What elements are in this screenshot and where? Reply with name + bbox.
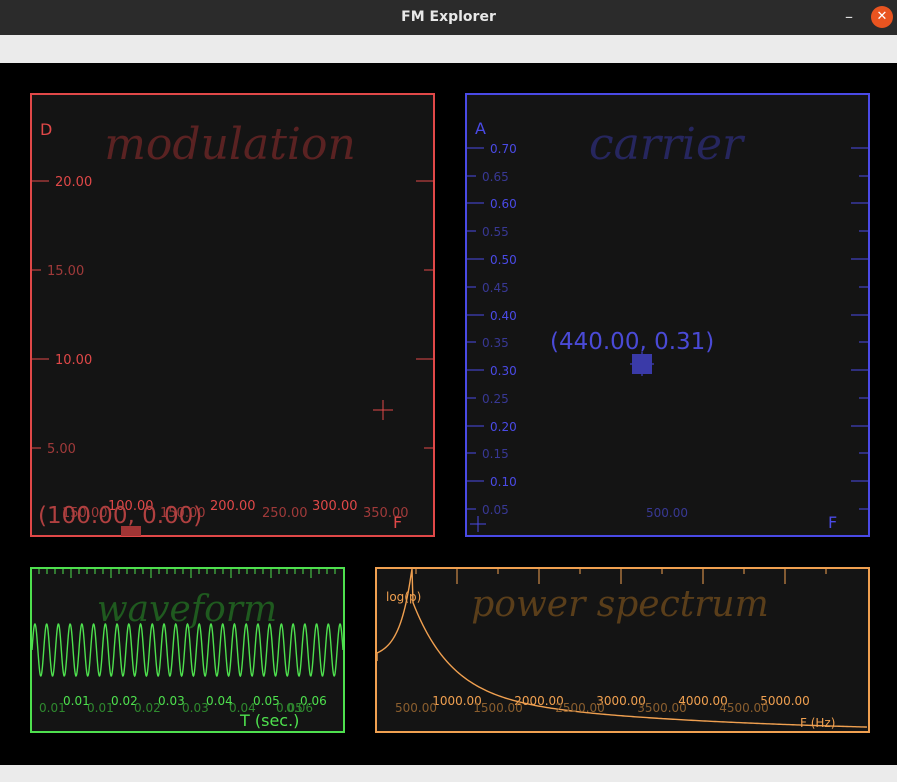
spectrum-x-tick: 500.00 bbox=[395, 701, 437, 715]
waveform-panel[interactable]: waveform 0.01 0.02 0.03 0.04 0.05 0.06 0… bbox=[30, 567, 345, 733]
spectrum-x-tick: 4500.00 bbox=[719, 701, 769, 715]
carrier-y-tick: 0.50 bbox=[490, 253, 517, 267]
carrier-y-tick: 0.60 bbox=[490, 197, 517, 211]
carrier-title: carrier bbox=[589, 119, 746, 170]
waveform-x-tick: 0.01 bbox=[87, 701, 114, 715]
modulation-title: modulation bbox=[104, 119, 356, 170]
waveform-x-tick: 0.03 bbox=[158, 694, 185, 708]
close-button[interactable]: ✕ bbox=[871, 6, 893, 28]
menu-bar bbox=[0, 35, 897, 63]
carrier-panel[interactable]: carrier A F 0.70 0.65 0.60 0.55 0.50 0.4… bbox=[465, 93, 870, 537]
window-title: FM Explorer bbox=[401, 9, 496, 25]
carrier-y-tick: 0.25 bbox=[482, 392, 509, 406]
waveform-x-tick: 0.01 bbox=[63, 694, 90, 708]
waveform-x-tick: 0.02 bbox=[134, 701, 161, 715]
modulation-y-tick: 10.00 bbox=[55, 353, 92, 368]
modulation-y-tick: 15.00 bbox=[47, 264, 84, 279]
modulation-x-tick: 250.00 bbox=[262, 506, 308, 521]
carrier-y-tick: 0.30 bbox=[490, 364, 517, 378]
carrier-x-tick: 500.00 bbox=[646, 506, 688, 520]
carrier-readout: (440.00, 0.31) bbox=[550, 329, 714, 355]
carrier-y-tick: 0.05 bbox=[482, 503, 509, 517]
spectrum-panel[interactable]: power spectrum log(p) 1000.00 2000.00 30… bbox=[375, 567, 870, 733]
waveform-x-tick: 0.03 bbox=[182, 701, 209, 715]
modulation-y-label: D bbox=[40, 120, 52, 139]
spectrum-title: power spectrum bbox=[471, 584, 768, 625]
spectrum-x-tick: 2500.00 bbox=[555, 701, 605, 715]
carrier-marker[interactable] bbox=[632, 354, 652, 374]
carrier-y-tick: 0.15 bbox=[482, 447, 509, 461]
app-canvas: modulation D F 20.00 15.00 10.00 5.00 15… bbox=[0, 63, 897, 765]
carrier-y-tick: 0.40 bbox=[490, 309, 517, 323]
carrier-y-tick: 0.45 bbox=[482, 281, 509, 295]
modulation-y-tick: 5.00 bbox=[47, 442, 76, 457]
modulation-panel[interactable]: modulation D F 20.00 15.00 10.00 5.00 15… bbox=[30, 93, 435, 537]
modulation-x-tick: 350.00 bbox=[363, 506, 409, 521]
spectrum-x-tick: 1500.00 bbox=[473, 701, 523, 715]
status-bar bbox=[0, 765, 897, 782]
carrier-x-label: F bbox=[828, 513, 837, 532]
carrier-y-tick: 0.70 bbox=[490, 142, 517, 156]
waveform-x-tick: 0.01 bbox=[39, 701, 66, 715]
title-bar: FM Explorer – ✕ bbox=[0, 0, 897, 35]
modulation-readout: (100.00, 0.00) bbox=[38, 503, 202, 529]
carrier-y-tick: 0.10 bbox=[490, 475, 517, 489]
modulation-x-tick: 300.00 bbox=[312, 499, 358, 514]
waveform-x-label: T (sec.) bbox=[239, 711, 299, 730]
carrier-y-tick: 0.55 bbox=[482, 225, 509, 239]
spectrum-x-label: F (Hz) bbox=[800, 716, 835, 730]
spectrum-y-label: log(p) bbox=[386, 590, 421, 604]
carrier-y-tick: 0.20 bbox=[490, 420, 517, 434]
modulation-y-tick: 20.00 bbox=[55, 175, 92, 190]
carrier-y-label: A bbox=[475, 119, 486, 138]
carrier-y-tick: 0.65 bbox=[482, 170, 509, 184]
spectrum-x-tick: 3500.00 bbox=[637, 701, 687, 715]
carrier-y-tick: 0.35 bbox=[482, 336, 509, 350]
minimize-button[interactable]: – bbox=[838, 6, 860, 28]
modulation-x-tick: 200.00 bbox=[210, 499, 256, 514]
